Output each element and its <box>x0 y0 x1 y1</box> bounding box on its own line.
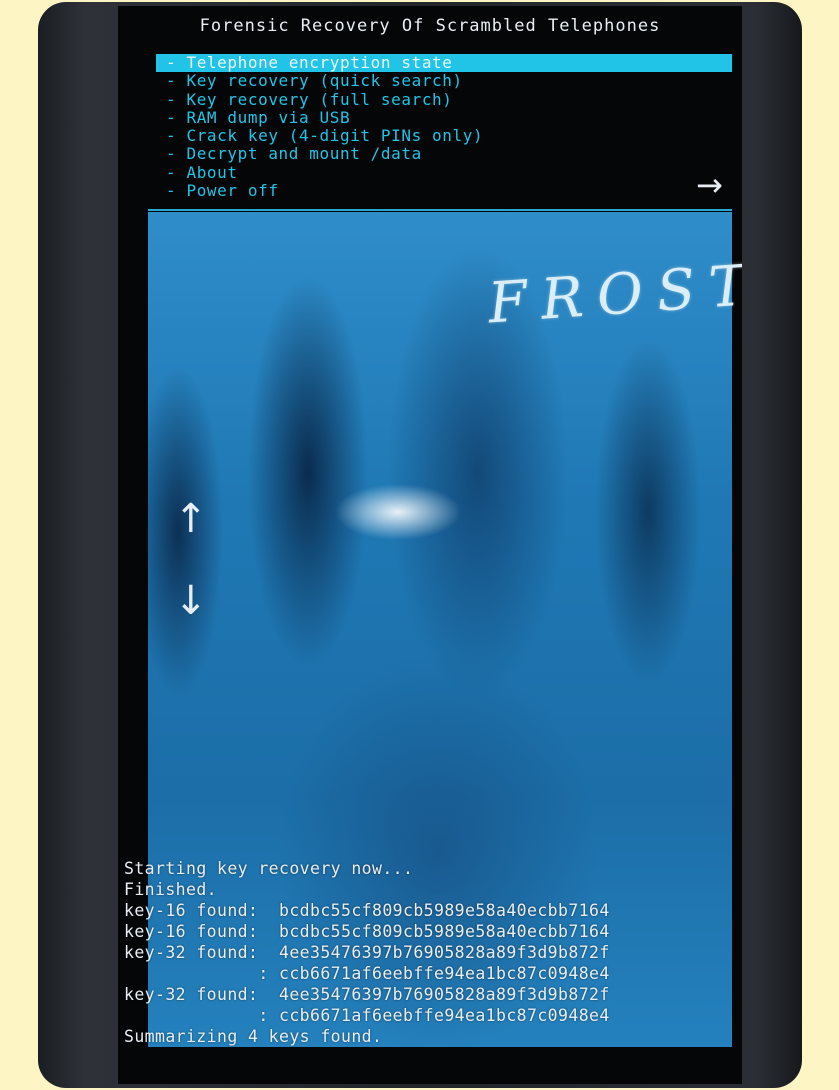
menu-item-crack-key[interactable]: - Crack key (4-digit PINs only) <box>156 127 732 145</box>
console-line: : ccb6671af6eebffe94ea1bc87c0948e4 <box>124 964 610 983</box>
frost-logo: FROST <box>486 252 742 337</box>
app-title: Forensic Recovery Of Scrambled Telephone… <box>199 16 661 36</box>
menu-item-power-off[interactable]: - Power off <box>156 181 732 200</box>
console-line: Summarizing 4 keys found. <box>124 1027 383 1046</box>
arrow-down-icon[interactable]: ↓ <box>174 578 208 624</box>
console-line: key-16 found: bcdbc55cf809cb5989e58a40ec… <box>124 922 610 941</box>
phone-frame: Forensic Recovery Of Scrambled Telephone… <box>38 2 802 1088</box>
recovery-screen: Forensic Recovery Of Scrambled Telephone… <box>118 6 742 1084</box>
arrow-up-icon[interactable]: ↑ <box>174 496 208 542</box>
arrow-right-icon[interactable]: → <box>696 166 723 204</box>
console-line: Finished. <box>124 880 218 899</box>
console-line: key-32 found: 4ee35476397b76905828a89f3d… <box>124 985 610 1004</box>
menu-item-ram-dump[interactable]: - RAM dump via USB <box>156 108 732 127</box>
menu-item-key-recovery-full[interactable]: - Key recovery (full search) <box>156 90 732 109</box>
console-line: : ccb6671af6eebffe94ea1bc87c0948e4 <box>124 1006 610 1025</box>
recovery-menu: - Telephone encryption state - Key recov… <box>156 53 732 200</box>
console-line: key-32 found: 4ee35476397b76905828a89f3d… <box>124 943 610 962</box>
menu-divider <box>148 209 732 211</box>
console-line: key-16 found: bcdbc55cf809cb5989e58a40ec… <box>124 901 610 920</box>
menu-item-encryption-state[interactable]: - Telephone encryption state <box>156 53 732 73</box>
menu-item-decrypt-mount[interactable]: - Decrypt and mount /data <box>156 145 732 163</box>
menu-item-key-recovery-quick[interactable]: - Key recovery (quick search) <box>156 72 732 90</box>
menu-item-about[interactable]: - About <box>156 163 732 182</box>
console-output: Starting key recovery now... Finished. k… <box>124 858 734 1047</box>
console-line: Starting key recovery now... <box>124 859 414 878</box>
